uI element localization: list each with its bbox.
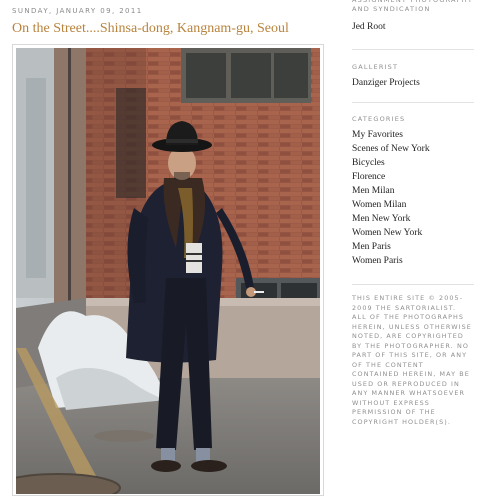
category-link[interactable]: Men Milan [352,184,430,198]
category-link[interactable]: Women Paris [352,254,430,268]
street-photo[interactable] [16,48,320,494]
category-link[interactable]: Women New York [352,226,430,240]
category-link[interactable]: Men Paris [352,240,430,254]
category-link[interactable]: Bicycles [352,156,430,170]
danziger-projects-link[interactable]: Danziger Projects [352,76,420,90]
copyright-notice: THIS ENTIRE SITE © 2005-2009 THE SARTORI… [352,294,472,426]
post-title[interactable]: On the Street....Shinsa-dong, Kangnam-gu… [12,21,289,37]
sidebar-divider [352,284,474,285]
sidebar-section-gallerist: GALLERIST Danziger Projects [352,63,420,90]
gallerist-heading: GALLERIST [352,63,399,71]
sidebar-section-categories: CATEGORIES My Favorites Scenes of New Yo… [352,115,430,268]
category-list: My Favorites Scenes of New York Bicycles… [352,128,430,268]
sidebar-section-assignment: ASSIGNMENT PHOTOGRAPHY AND SYNDICATION J… [352,0,477,34]
post-date: SUNDAY, JANUARY 09, 2011 [12,7,143,15]
assignment-heading: ASSIGNMENT PHOTOGRAPHY AND SYNDICATION [352,0,474,13]
category-link[interactable]: Women Milan [352,198,430,212]
category-link[interactable]: Men New York [352,212,430,226]
sidebar-divider [352,49,474,50]
sidebar-divider [352,102,474,103]
category-link[interactable]: Florence [352,170,430,184]
categories-heading: CATEGORIES [352,115,406,123]
category-link[interactable]: Scenes of New York [352,142,430,156]
post-photo-frame [12,44,324,496]
category-link[interactable]: My Favorites [352,128,430,142]
jed-root-link[interactable]: Jed Root [352,20,477,34]
